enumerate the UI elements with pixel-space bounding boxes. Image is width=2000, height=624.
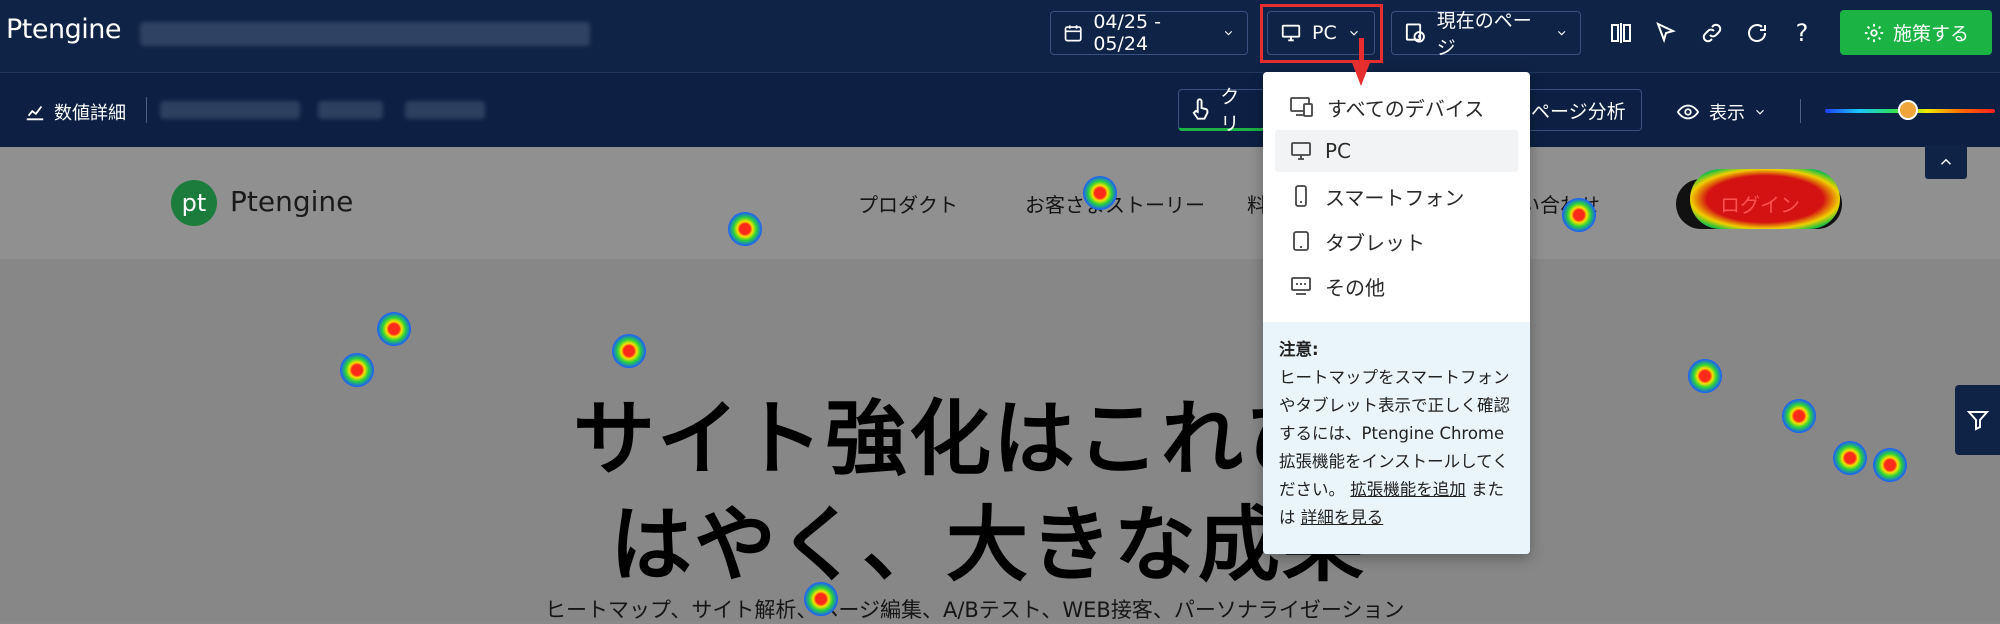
eye-icon [1676, 104, 1700, 120]
display-toggle[interactable]: 表示 [1675, 99, 1767, 125]
device-option-other[interactable]: その他 [1275, 265, 1518, 307]
device-option-label: タブレット [1325, 230, 1425, 255]
slider-knob[interactable] [1898, 100, 1918, 120]
cursor-button[interactable] [1650, 18, 1680, 48]
site-logo-mark: pt [171, 180, 217, 226]
click-heatmap-tab[interactable]: クリ [1178, 86, 1268, 135]
chevron-down-icon [1557, 30, 1566, 36]
chevron-down-icon [1756, 109, 1764, 115]
site-login-label: ログイン [1720, 193, 1800, 217]
highlight-arrow-head [1351, 60, 1371, 86]
heat-dot [340, 353, 374, 387]
split-view-icon [1611, 23, 1631, 43]
device-option-tablet[interactable]: タブレット [1275, 220, 1518, 262]
highlight-box [1260, 4, 1383, 63]
hero-line-1: サイト強化はこれひ [573, 392, 1330, 487]
refresh-icon [1748, 24, 1767, 42]
refresh-button[interactable] [1742, 18, 1772, 48]
device-dropdown: すべてのデバイス PC スマートフォン タブレット その他 注意: ヒートマップ… [1263, 72, 1530, 554]
device-option-label: すべてのデバイス [1327, 96, 1485, 121]
heat-dot [1873, 448, 1907, 482]
action-button-label: 施策する [1892, 23, 1969, 45]
chevron-up-icon [1940, 158, 1952, 165]
top-bar: Ptengine 04/25 - 05/24 PC 現在のページ ? 施策する [0, 0, 2000, 72]
heat-dot [1833, 441, 1867, 475]
help-icon: ? [1795, 19, 1809, 47]
heat-dot [1688, 359, 1722, 393]
filter-button[interactable] [1955, 385, 2000, 455]
hero-line-2: はやく、大きな成果 [610, 498, 1367, 593]
divider [146, 97, 147, 123]
calendar-icon [1064, 25, 1082, 42]
blurred-metric [405, 101, 485, 119]
metrics-detail-button[interactable]: 数値詳細 [24, 99, 126, 125]
compare-button[interactable] [1606, 18, 1636, 48]
link-button[interactable] [1697, 18, 1727, 48]
site-logo-text: Ptengine [230, 185, 354, 218]
heat-dot [804, 582, 838, 616]
heat-dot [1562, 198, 1596, 232]
page-analysis-tab[interactable]: ページ分析 [1520, 89, 1642, 131]
page-history-icon [1405, 23, 1425, 43]
date-range-picker[interactable]: 04/25 - 05/24 [1050, 11, 1248, 55]
device-option-label: スマートフォン [1325, 185, 1465, 210]
site-nav-product[interactable]: プロダクト [858, 189, 958, 218]
note-body: ヒートマップをスマートフォンやタブレット表示で正しく確認するには、Ptengin… [1279, 364, 1514, 532]
cursor-icon [1656, 22, 1676, 44]
chart-line-icon [26, 105, 44, 121]
device-option-pc[interactable]: PC [1275, 130, 1518, 172]
tablet-icon [1293, 231, 1309, 251]
page-scope-selector[interactable]: 現在のページ [1391, 10, 1581, 59]
help-button[interactable]: ? [1787, 18, 1817, 48]
heat-dot [612, 334, 646, 368]
device-option-smartphone[interactable]: スマートフォン [1275, 175, 1518, 217]
hero-subtitle: ヒートマップ、サイト解析、ページ編集、A/Bテスト、WEB接客、パーソナライゼー… [545, 598, 1405, 622]
device-option-all[interactable]: すべてのデバイス [1275, 86, 1518, 128]
link-icon [1702, 23, 1722, 43]
gear-icon [1864, 23, 1884, 42]
site-header: pt Ptengine プロダクト お客さまストーリー 料 い合わせ ログイン [0, 147, 2000, 259]
learn-more-link[interactable]: 詳細を見る [1301, 508, 1384, 527]
device-note: 注意: ヒートマップをスマートフォンやタブレット表示で正しく確認するには、Pte… [1263, 322, 1530, 554]
device-option-label: PC [1325, 139, 1352, 163]
blurred-page-url [140, 22, 590, 46]
heat-dot [1083, 176, 1117, 210]
heat-dot [1782, 399, 1816, 433]
divider [1800, 99, 1801, 123]
ptengine-logo: Ptengine [6, 14, 121, 45]
tap-icon [1192, 98, 1209, 120]
page-analysis-label: ページ分析 [1531, 100, 1626, 123]
click-tab-label: クリ [1220, 86, 1240, 135]
collapse-button[interactable] [1925, 145, 1967, 179]
smartphone-icon [1295, 185, 1307, 207]
chevron-down-icon [1224, 31, 1233, 36]
date-range-label: 04/25 - 05/24 [1093, 11, 1161, 55]
blurred-metric [160, 101, 300, 119]
sub-toolbar: 数値詳細 クリ ページ分析 表示 [0, 72, 2000, 148]
page-scope-label: 現在のページ [1436, 10, 1532, 59]
metrics-detail-label: 数値詳細 [54, 103, 126, 124]
heat-dot [377, 312, 411, 346]
monitor-icon [1291, 142, 1311, 160]
other-device-icon [1291, 277, 1311, 295]
blurred-metric [318, 101, 383, 119]
action-button[interactable]: 施策する [1840, 10, 1992, 55]
filter-icon [1966, 411, 1989, 431]
display-label: 表示 [1709, 103, 1745, 124]
devices-icon [1290, 97, 1313, 117]
note-title: 注意: [1279, 340, 1319, 359]
heat-dot [728, 212, 762, 246]
add-extension-link[interactable]: 拡張機能を追加 [1350, 480, 1466, 499]
device-option-label: その他 [1325, 275, 1385, 300]
